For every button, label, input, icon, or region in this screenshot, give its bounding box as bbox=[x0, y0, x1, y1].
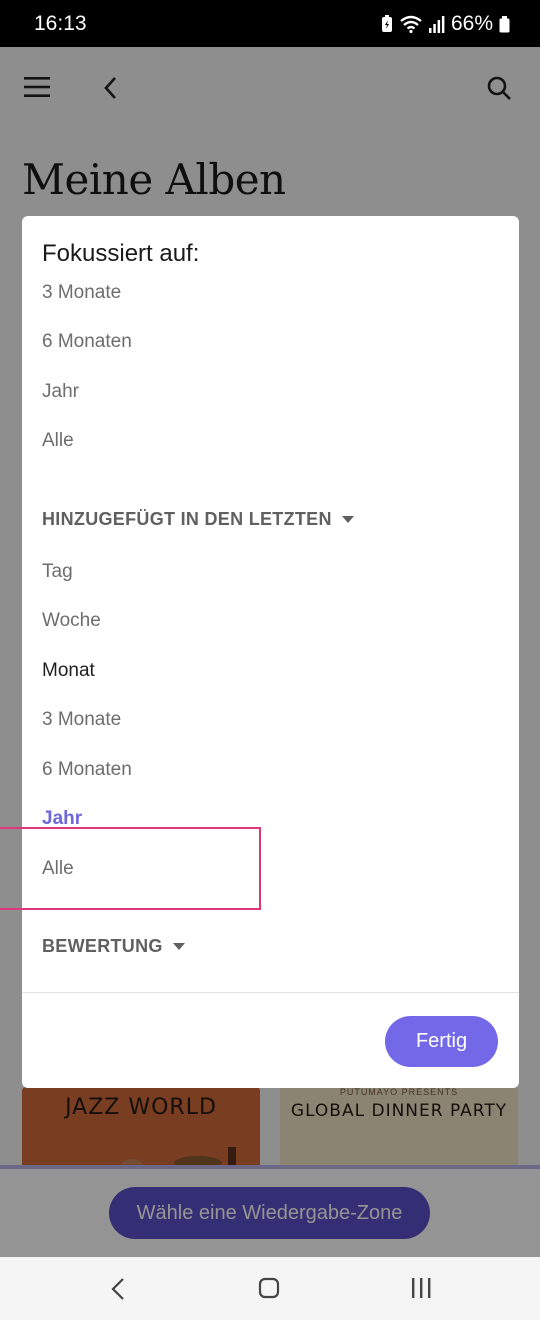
added-option[interactable]: Tag bbox=[42, 561, 73, 583]
added-option[interactable]: 3 Monate bbox=[42, 709, 121, 731]
focus-option[interactable]: Jahr bbox=[42, 381, 79, 403]
filter-dialog: Fokussiert auf: 3 Monate 6 Monaten Jahr … bbox=[22, 216, 519, 1088]
signal-icon bbox=[428, 15, 445, 33]
added-section-header[interactable]: HINZUGEFÜGT IN DEN LETZTEN bbox=[42, 509, 354, 530]
highlight-annotation bbox=[0, 827, 261, 910]
nav-back-icon[interactable] bbox=[110, 1277, 126, 1301]
focus-option[interactable]: 6 Monaten bbox=[42, 331, 132, 353]
dialog-divider bbox=[22, 992, 519, 993]
added-option[interactable]: Monat bbox=[42, 660, 95, 682]
rating-section-header[interactable]: BEWERTUNG bbox=[42, 936, 185, 957]
battery-saver-icon bbox=[381, 15, 393, 33]
focus-option[interactable]: 3 Monate bbox=[42, 282, 121, 304]
nav-recents-icon[interactable] bbox=[410, 1277, 432, 1299]
added-option[interactable]: Woche bbox=[42, 610, 101, 632]
caret-down-icon bbox=[341, 516, 354, 523]
dialog-heading: Fokussiert auf: bbox=[42, 240, 200, 267]
status-time: 16:13 bbox=[34, 12, 87, 35]
added-section-label: HINZUGEFÜGT IN DEN LETZTEN bbox=[42, 509, 332, 529]
rating-section-label: BEWERTUNG bbox=[42, 936, 163, 956]
status-icons: 66% bbox=[381, 12, 510, 36]
wifi-icon bbox=[399, 15, 423, 33]
battery-icon bbox=[499, 15, 510, 33]
nav-home-icon[interactable] bbox=[258, 1277, 280, 1299]
system-nav-bar bbox=[0, 1257, 540, 1320]
status-bar: 16:13 66% bbox=[0, 0, 540, 47]
focus-option[interactable]: Alle bbox=[42, 430, 74, 452]
caret-down-icon bbox=[172, 943, 185, 950]
done-button[interactable]: Fertig bbox=[385, 1016, 498, 1067]
added-option[interactable]: 6 Monaten bbox=[42, 759, 132, 781]
battery-percent: 66% bbox=[450, 12, 493, 35]
